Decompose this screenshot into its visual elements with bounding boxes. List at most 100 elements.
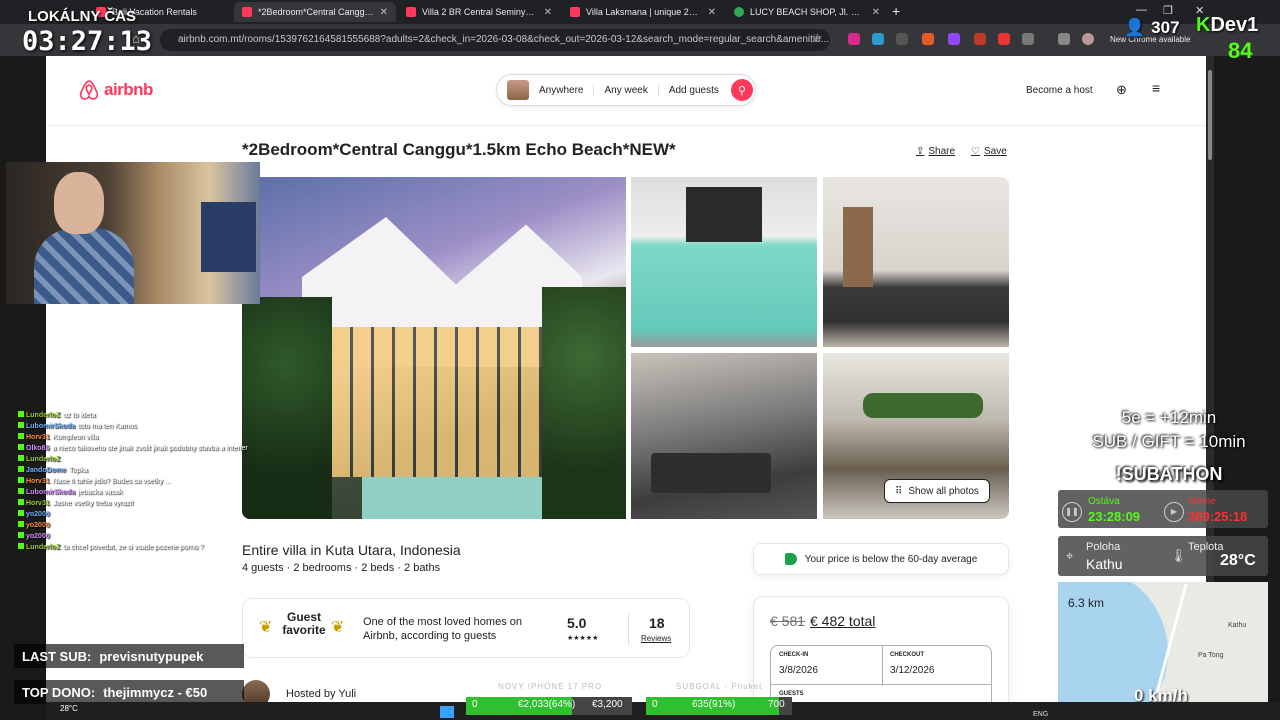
chat-username[interactable]: Horv31 — [26, 500, 50, 507]
photo-bedroom[interactable] — [823, 177, 1009, 347]
chat-username[interactable]: JandoDome — [26, 467, 66, 474]
chat-username[interactable]: LubomirSkoda — [26, 423, 75, 430]
taskbar-weather[interactable]: 28°C — [60, 704, 78, 713]
chat-message: yo2000 — [18, 531, 248, 542]
share-button[interactable]: ⇪ Share — [916, 146, 955, 157]
rating-value: 5.0 — [567, 615, 587, 631]
extension-icon[interactable] — [998, 33, 1010, 45]
search-bar[interactable]: Anywhere Any week Add guests ⚲ — [496, 74, 756, 106]
local-time-label: LOKÁLNY ČAS — [28, 8, 137, 25]
chat-username[interactable]: Horv31 — [26, 478, 50, 485]
kick-badge-icon — [18, 510, 24, 516]
tab-title: Villa Laksmana | unique 2BR in — [586, 7, 702, 17]
photo-living-room[interactable] — [631, 353, 817, 519]
listing-details: 4 guests · 2 bedrooms · 2 beds · 2 baths — [242, 562, 441, 574]
bookmark-star-icon[interactable]: ☆ — [812, 31, 823, 45]
extension-icon[interactable] — [974, 33, 986, 45]
photo-main-villa-exterior[interactable] — [242, 177, 626, 519]
browser-tabbar: Bali Vacation Rentals✕ *2Bedroom*Central… — [0, 0, 1280, 24]
chat-message: yo2000 — [18, 520, 248, 531]
taskbar-language[interactable]: ENG — [1033, 711, 1048, 718]
pause-icon: ❚❚ — [1062, 502, 1082, 522]
extensions-puzzle-icon[interactable] — [1022, 33, 1034, 45]
url-bar[interactable]: airbnb.com.mt/rooms/1539762164581555688?… — [160, 29, 830, 51]
chat-username[interactable]: Horv31 — [26, 434, 50, 441]
new-tab-icon[interactable]: + — [892, 3, 900, 19]
extension-icon[interactable] — [922, 33, 934, 45]
show-all-photos-button[interactable]: ⠿ Show all photos — [884, 479, 990, 503]
chat-message: LubomirSkoda toto ma ten Kamos — [18, 421, 248, 432]
extension-icon[interactable] — [948, 33, 960, 45]
close-tab-icon[interactable]: ✕ — [380, 7, 388, 18]
reading-list-icon[interactable] — [1058, 33, 1070, 45]
last-sub-name: previsnutypupek — [99, 648, 204, 664]
checkout-label: CHECKOUT — [890, 652, 924, 658]
become-host-link[interactable]: Become a host — [1026, 85, 1093, 96]
chat-message: LunderloZ — [18, 454, 248, 465]
chat-text: Topka — [69, 467, 88, 474]
price-badge: Your price is below the 60-day average — [753, 543, 1009, 575]
extension-icon[interactable] — [896, 33, 908, 45]
chat-text: Kompleon villa — [52, 434, 99, 441]
thermometer-icon: 🌡 — [1170, 548, 1187, 563]
profile-avatar-icon[interactable] — [1082, 33, 1094, 45]
kick-badge-icon — [18, 499, 24, 505]
tab-current-listing[interactable]: *2Bedroom*Central Canggu*1. ✕ — [234, 2, 396, 22]
chat-text: ta chcel povedat, ze si vsade pozerie po… — [63, 544, 204, 551]
globe-icon[interactable]: ⊕ — [1116, 82, 1127, 98]
restore-icon[interactable]: ❐ — [1163, 4, 1173, 17]
close-tab-icon[interactable]: ✕ — [544, 7, 552, 18]
search-when[interactable]: Any week — [594, 84, 659, 96]
search-where[interactable]: Anywhere — [529, 84, 595, 96]
brand-number: 84 — [1228, 38, 1253, 63]
house-icon — [507, 80, 529, 100]
chat-username[interactable]: yo2000 — [26, 533, 50, 540]
browser-toolbar: ⌂ airbnb.com.mt/rooms/153976216458155568… — [0, 24, 1280, 56]
chat-message: LunderloZ ta chcel povedat, ze si vsade p… — [18, 542, 248, 553]
airbnb-logo[interactable]: airbnb — [78, 78, 153, 102]
price-badge-text: Your price is below the 60-day average — [804, 553, 978, 565]
chat-username[interactable]: LubomirSkoda — [26, 489, 75, 496]
photo-pool[interactable] — [631, 177, 817, 347]
reviews-count[interactable]: 18 — [649, 615, 665, 631]
tab-lucy-beach-shop[interactable]: LUCY BEACH SHOP, Jl. Kayu Ay ✕ — [726, 2, 888, 22]
chat-username[interactable]: yo2000 — [26, 522, 50, 529]
menu-icon[interactable]: ≡ — [1152, 80, 1160, 96]
chat-username[interactable]: yo2000 — [26, 511, 50, 518]
kick-badge-icon — [18, 532, 24, 538]
chat-message: yo2000 — [18, 509, 248, 520]
chat-username[interactable]: Olko85 — [26, 445, 49, 452]
chat-username[interactable]: LunderloZ — [26, 544, 60, 551]
windows-start-icon[interactable] — [440, 706, 454, 718]
chat-panel: LunderloZ uz to ideta LubomirSkoda toto ma … — [18, 410, 248, 553]
save-button[interactable]: ♡ Save — [971, 146, 1007, 157]
map-label: Pa Tong — [1198, 652, 1224, 659]
extension-icon[interactable] — [848, 33, 860, 45]
tab-villa-laksmana[interactable]: Villa Laksmana | unique 2BR in ✕ — [562, 2, 724, 22]
search-guests[interactable]: Add guests — [659, 85, 729, 96]
reviews-link[interactable]: Reviews — [641, 634, 671, 643]
date-picker[interactable]: CHECK-IN 3/8/2026 CHECKOUT 3/12/2026 — [770, 645, 992, 686]
last-sub-banner: LAST SUB: previsnutypupek — [14, 644, 244, 668]
checkout-date[interactable]: 3/12/2026 — [890, 665, 935, 676]
minimize-icon[interactable]: — — [1136, 4, 1147, 16]
extension-icon[interactable] — [872, 33, 884, 45]
close-tab-icon[interactable]: ✕ — [708, 7, 716, 18]
scrollbar-thumb[interactable] — [1208, 70, 1212, 160]
play-icon: ▶ — [1164, 502, 1184, 522]
checkin-date[interactable]: 3/8/2026 — [779, 665, 818, 676]
close-tab-icon[interactable]: ✕ — [872, 7, 880, 18]
kick-badge-icon — [18, 411, 24, 417]
chat-username[interactable]: LunderloZ — [26, 456, 60, 463]
goal2-start: 0 — [652, 699, 658, 710]
rule-sub: SUB / GIFT = 10min — [1092, 432, 1246, 451]
tab-villa-seminyak[interactable]: Villa 2 BR Central Seminyak mi ✕ — [398, 2, 560, 22]
search-icon[interactable]: ⚲ — [730, 79, 753, 101]
goal1-label: NOVY IPHONE 17 PRO — [498, 682, 603, 691]
location-pin-icon: ⌖ — [1066, 548, 1074, 563]
total-price[interactable]: € 482 total — [810, 613, 875, 629]
temperature-label: Teplota — [1188, 541, 1224, 553]
show-all-photos-label: Show all photos — [908, 485, 979, 497]
chat-text: Jasne vsetky treba vyrazit — [52, 500, 134, 507]
chat-username[interactable]: LunderloZ — [26, 412, 60, 419]
